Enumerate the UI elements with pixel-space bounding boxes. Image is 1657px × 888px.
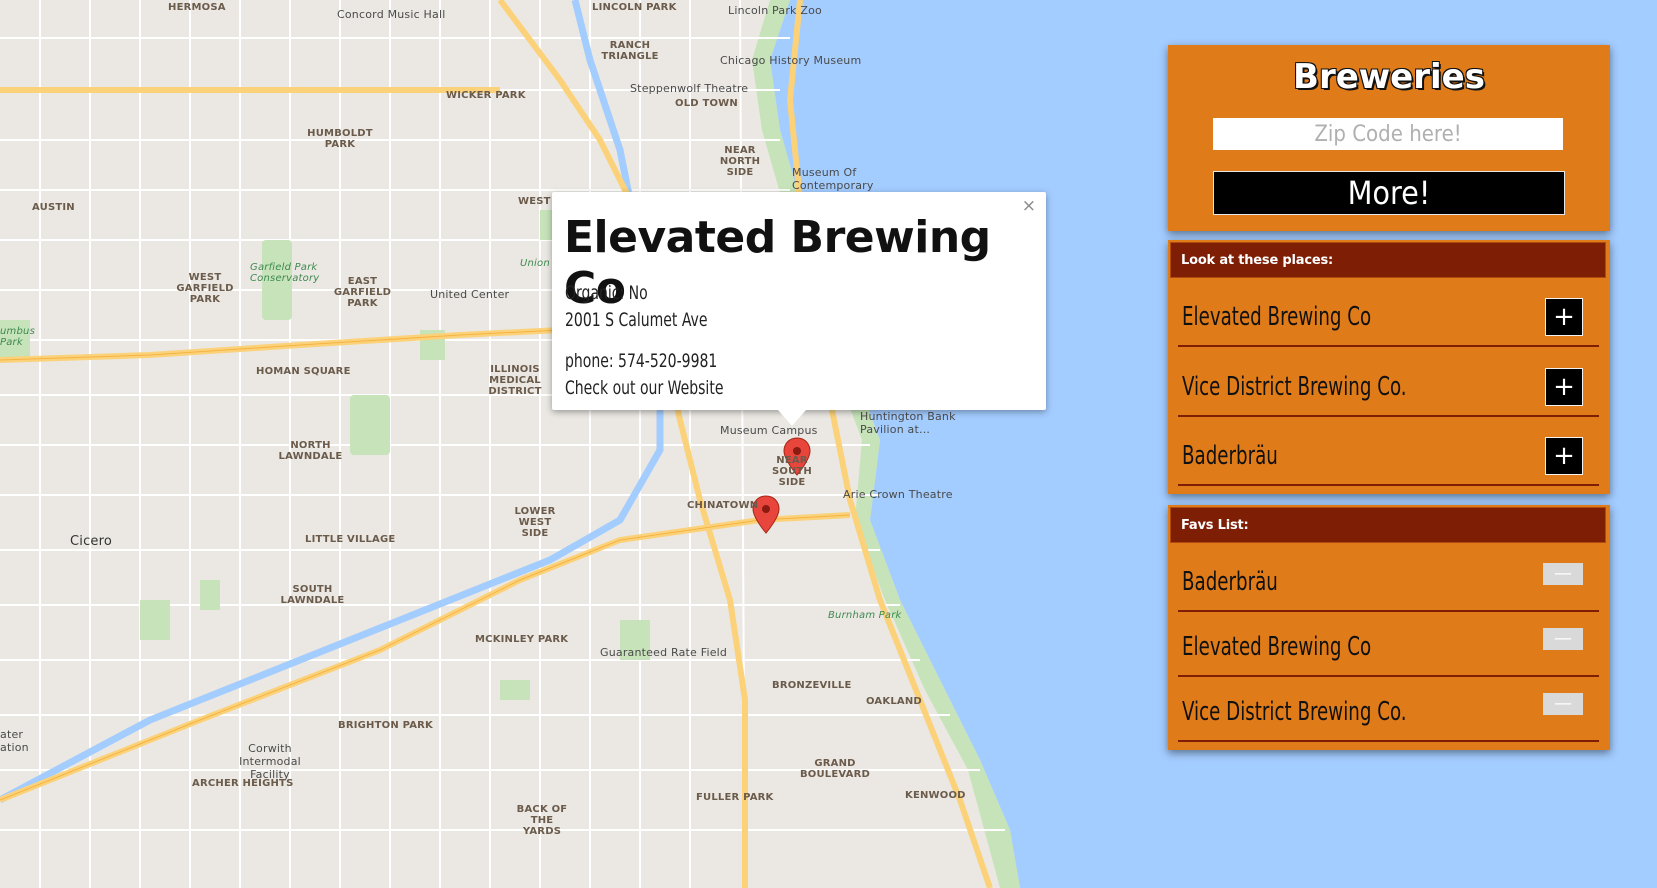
places-panel: Look at these places: Elevated Brewing C… (1168, 240, 1610, 494)
map-label: KENWOOD (905, 790, 966, 801)
map-label: ARCHER HEIGHTS (192, 778, 294, 789)
list-item: Elevated Brewing Co — (1178, 612, 1599, 677)
map-label: Corwith Intermodal Facility (239, 742, 301, 781)
place-name: Vice District Brewing Co. (1182, 372, 1407, 402)
map-label: ILLINOIS MEDICAL DISTRICT (488, 364, 542, 397)
info-address: 2001 S Calumet Ave (565, 309, 708, 331)
map-label: HOMAN SQUARE (256, 366, 351, 377)
map-label: Guaranteed Rate Field (600, 646, 728, 659)
map-label: Arie Crown Theatre (843, 488, 953, 501)
map-label: LOWER WEST SIDE (514, 506, 556, 539)
remove-favorite-button[interactable]: — (1543, 628, 1583, 650)
map-label: HERMOSA (168, 2, 226, 13)
map-label: CHINATOWN (687, 500, 759, 511)
more-button[interactable]: More! (1213, 171, 1565, 215)
map-label: SOUTH LAWNDALE (280, 584, 345, 606)
map-label: Steppenwolf Theatre (630, 82, 749, 95)
map-label: MCKINLEY PARK (475, 634, 569, 645)
brewery-info-window: × Elevated Brewing Co Organic: No 2001 S… (552, 192, 1046, 426)
map-label: WEST GARFIELD PARK (176, 272, 234, 305)
website-link[interactable]: Check out our Website (565, 377, 723, 399)
map-label: Garfield Park Conservatory (250, 262, 320, 284)
fav-name: Vice District Brewing Co. (1182, 697, 1407, 727)
map-label: AUSTIN (32, 202, 75, 213)
place-name: Elevated Brewing Co (1182, 302, 1372, 332)
favs-header: Favs List: (1170, 507, 1606, 543)
map-label: Lincoln Park Zoo (728, 4, 822, 17)
map-label: United Center (430, 288, 510, 301)
map-label: BRONZEVILLE (772, 680, 852, 691)
map-label: GRAND BOULEVARD (799, 758, 871, 780)
add-favorite-button[interactable]: + (1545, 368, 1583, 406)
map-label: Huntington Bank Pavilion at... (860, 410, 956, 436)
add-favorite-button[interactable]: + (1545, 437, 1583, 475)
map-label: BRIGHTON PARK (338, 720, 433, 731)
add-favorite-button[interactable]: + (1545, 298, 1583, 336)
map-label: Cicero (70, 534, 113, 549)
list-item: Vice District Brewing Co. + (1178, 352, 1599, 417)
info-organic: Organic: No (565, 282, 648, 304)
places-header: Look at these places: (1170, 242, 1606, 278)
map-label: RANCH TRIANGLE (601, 40, 659, 62)
map-label: FULLER PARK (696, 792, 774, 803)
map-label: WICKER PARK (446, 90, 526, 101)
search-panel: Breweries More! (1168, 45, 1610, 231)
map-label: BACK OF THE YARDS (516, 804, 568, 837)
info-phone: phone: 574-520-9981 (565, 350, 718, 372)
map-label: LINCOLN PARK (592, 2, 677, 13)
favs-panel: Favs List: Baderbräu — Elevated Brewing … (1168, 505, 1610, 750)
map-label: NEAR NORTH SIDE (719, 145, 761, 178)
map-label: Chicago History Museum (720, 54, 862, 67)
place-name: Baderbräu (1182, 441, 1278, 471)
map-label: EAST GARFIELD PARK (333, 276, 392, 309)
map-label: OAKLAND (866, 696, 922, 707)
list-item: Elevated Brewing Co + (1178, 282, 1599, 347)
map-label: OLD TOWN (675, 98, 738, 109)
map-label: Concord Music Hall (337, 8, 446, 21)
fav-name: Baderbräu (1182, 567, 1278, 597)
zip-code-input[interactable] (1213, 118, 1563, 150)
map-label: HUMBOLDT PARK (307, 128, 373, 150)
fav-name: Elevated Brewing Co (1182, 632, 1372, 662)
map-label: NORTH LAWNDALE (278, 440, 343, 462)
map-label: NEAR SOUTH SIDE (771, 455, 812, 488)
list-item: Baderbräu — (1178, 547, 1599, 612)
remove-favorite-button[interactable]: — (1543, 693, 1583, 715)
list-item: Baderbräu + (1178, 421, 1599, 486)
list-item: Vice District Brewing Co. — (1178, 677, 1599, 742)
map-label: Burnham Park (828, 610, 902, 621)
map-label: LITTLE VILLAGE (305, 534, 396, 545)
page-title: Breweries (1293, 57, 1485, 97)
remove-favorite-button[interactable]: — (1543, 563, 1583, 585)
map-label: ater ation (0, 728, 29, 754)
map-label: umbus Park (0, 326, 35, 348)
